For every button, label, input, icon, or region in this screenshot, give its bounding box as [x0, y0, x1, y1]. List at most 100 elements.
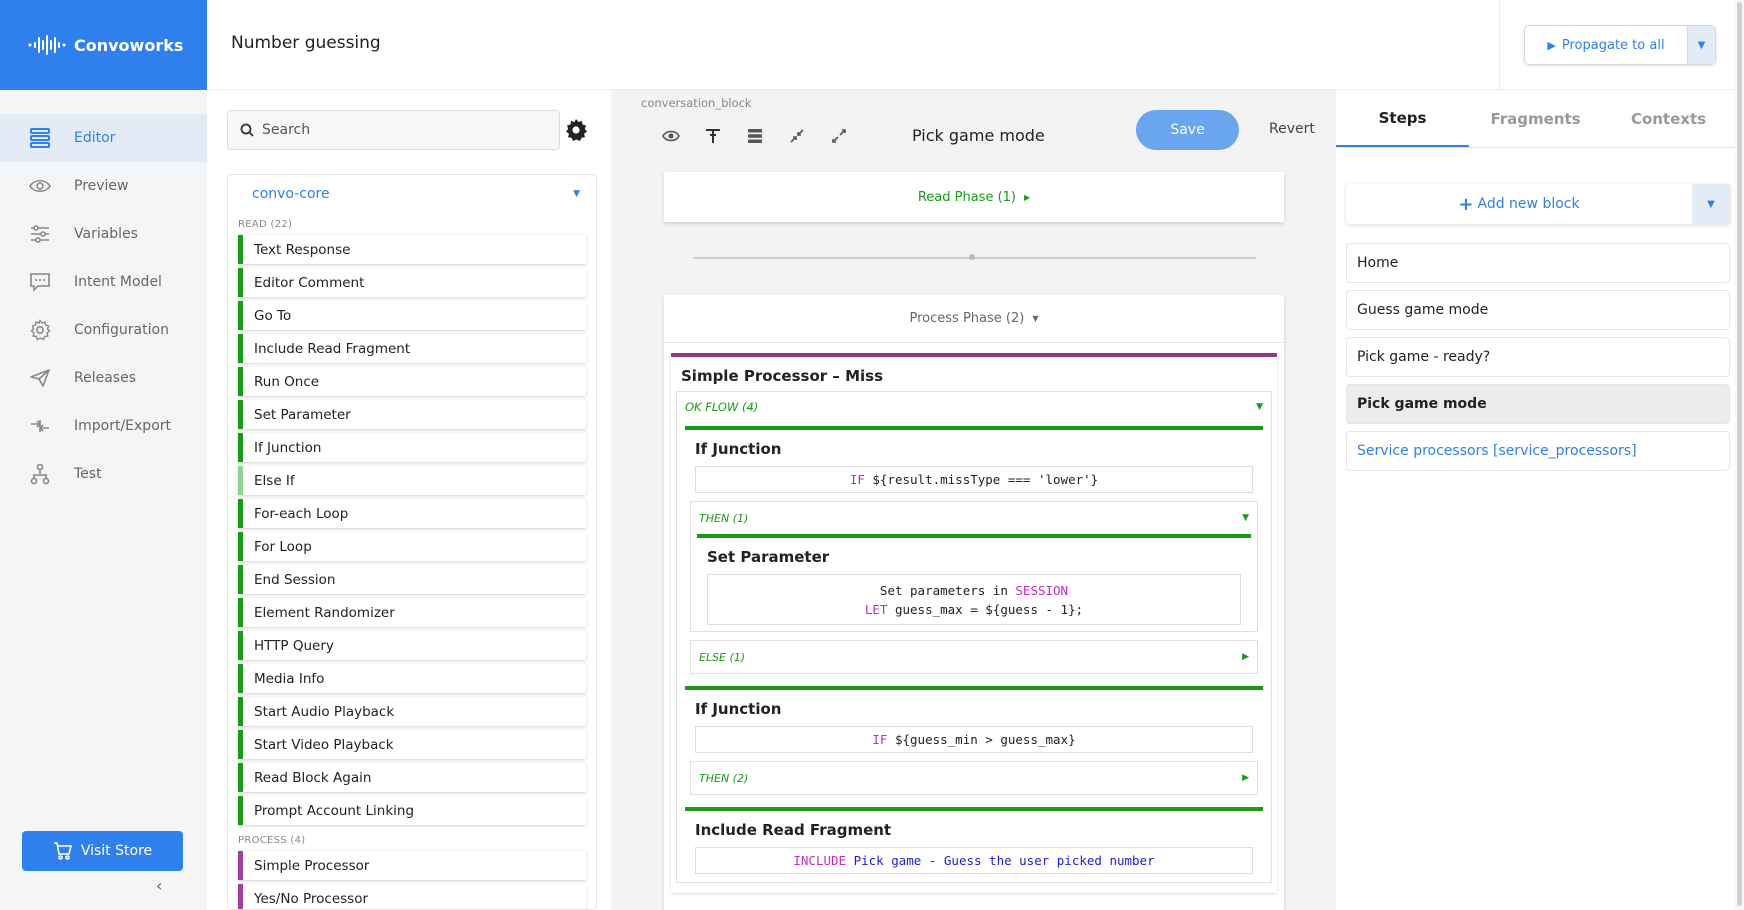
block-name: Pick game mode	[912, 126, 1045, 145]
component-item[interactable]: Prompt Account Linking	[238, 796, 586, 825]
collapse-sidebar-icon[interactable]: ‹	[156, 876, 170, 895]
send-icon	[28, 366, 52, 390]
component-item[interactable]: Yes/No Processor	[238, 884, 586, 909]
nav-item-intent-model[interactable]: Intent Model	[0, 258, 207, 306]
editor-icon	[28, 126, 52, 150]
process-group-label: PROCESS (4)	[238, 834, 306, 846]
component-item[interactable]: For Loop	[238, 532, 586, 561]
element-title: If Junction	[695, 440, 782, 458]
nav-item-editor[interactable]: Editor	[0, 114, 207, 162]
else-flow: ELSE (1) ▶	[690, 640, 1258, 674]
component-item[interactable]: Start Video Playback	[238, 730, 586, 759]
component-item[interactable]: If Junction	[238, 433, 586, 462]
read-phase-label: Read Phase (1)	[917, 189, 1016, 205]
package-name: convo-core	[252, 186, 330, 202]
tab-contexts[interactable]: Contexts	[1602, 90, 1735, 147]
text-format-toggle[interactable]	[692, 122, 734, 150]
add-new-block-button[interactable]: + Add new block	[1346, 184, 1692, 224]
propagate-button[interactable]: ▶ Propagate to all	[1525, 26, 1687, 64]
block-list-item[interactable]: Pick game - ready?	[1346, 337, 1730, 377]
component-item[interactable]: Go To	[238, 301, 586, 330]
set-parameter-element[interactable]: Set Parameter Set parameters in SESSION …	[697, 534, 1251, 625]
component-item[interactable]: Read Block Again	[238, 763, 586, 792]
package-select[interactable]: convo-core ▼	[228, 175, 596, 213]
then-flow-label: THEN (2)	[699, 771, 749, 785]
block-list-item[interactable]: Pick game mode	[1346, 384, 1730, 424]
propagate-label: Propagate to all	[1561, 37, 1665, 53]
expand-icon	[832, 129, 846, 143]
component-item[interactable]: Media Info	[238, 664, 586, 693]
nav-label: Variables	[74, 226, 138, 242]
list-view-toggle[interactable]	[734, 122, 776, 150]
block-list-item[interactable]: Guess game mode	[1346, 290, 1730, 330]
fragment-name: Pick game - Guess the user picked number	[846, 853, 1155, 868]
keyword: INCLUDE	[793, 853, 847, 868]
block-list-item[interactable]: Service processors [service_processors]	[1346, 431, 1730, 471]
chat-icon	[28, 270, 52, 294]
chevron-down-icon: ▼	[573, 189, 580, 199]
chevron-down-icon: ▼	[1242, 513, 1249, 523]
condition-code: IF ${result.missType === 'lower'}	[695, 466, 1253, 493]
propagate-dropdown-toggle[interactable]: ▼	[1687, 26, 1715, 64]
component-item[interactable]: HTTP Query	[238, 631, 586, 660]
nav-label: Preview	[74, 178, 129, 194]
tab-fragments[interactable]: Fragments	[1469, 90, 1602, 147]
component-item[interactable]: For-each Loop	[238, 499, 586, 528]
else-flow-header[interactable]: ELSE (1) ▶	[691, 641, 1257, 673]
nav-item-releases[interactable]: Releases	[0, 354, 207, 402]
include-read-fragment-element[interactable]: Include Read Fragment INCLUDE Pick game …	[685, 807, 1263, 874]
header: Number guessing ▶ Propagate to all ▼	[207, 0, 1744, 90]
nav-item-variables[interactable]: Variables	[0, 210, 207, 258]
collapse-icon	[790, 129, 804, 143]
read-group-label: READ (22)	[238, 218, 293, 230]
if-junction-element[interactable]: If Junction IF ${result.missType === 'lo…	[685, 426, 1263, 674]
expand-all-button[interactable]	[818, 122, 860, 150]
then-flow-header[interactable]: THEN (1) ▼	[691, 502, 1257, 534]
component-item[interactable]: Text Response	[238, 235, 586, 264]
nav-item-import-export[interactable]: Import/Export	[0, 402, 207, 450]
component-item[interactable]: Run Once	[238, 367, 586, 396]
preview-toggle[interactable]	[650, 122, 692, 150]
component-item[interactable]: Include Read Fragment	[238, 334, 586, 363]
add-block-dropdown-toggle[interactable]: ▼	[1692, 184, 1730, 224]
component-item[interactable]: Element Randomizer	[238, 598, 586, 627]
code-text: guess_max = ${guess - 1};	[887, 602, 1084, 617]
component-item[interactable]: Start Audio Playback	[238, 697, 586, 726]
if-junction-element[interactable]: If Junction IF ${guess_min > guess_max} …	[685, 686, 1263, 795]
visit-store-button[interactable]: Visit Store	[22, 831, 183, 871]
code-text: Set parameters in	[879, 583, 1016, 598]
collapse-all-button[interactable]	[776, 122, 818, 150]
brand[interactable]: Convoworks	[0, 0, 207, 90]
search-input[interactable]	[262, 122, 542, 138]
element-title: If Junction	[695, 700, 782, 718]
main-nav: Editor Preview Variables Intent Model Co…	[0, 114, 207, 498]
block-list-item[interactable]: Home	[1346, 243, 1730, 283]
component-item[interactable]: Editor Comment	[238, 268, 586, 297]
scrollbar-thumb[interactable]	[1737, 2, 1742, 906]
search-box	[227, 110, 560, 150]
revert-button[interactable]: Revert	[1269, 121, 1315, 137]
component-item[interactable]: Simple Processor	[238, 851, 586, 880]
nav-item-preview[interactable]: Preview	[0, 162, 207, 210]
test-icon	[28, 462, 52, 486]
tab-steps[interactable]: Steps	[1336, 90, 1469, 147]
page-scrollbar[interactable]	[1735, 0, 1744, 910]
processor-simple-miss[interactable]: Simple Processor – Miss OK FLOW (4) ▼ If…	[671, 353, 1277, 893]
read-phase[interactable]: Read Phase (1) ▶	[664, 172, 1284, 222]
logo-icon	[28, 35, 66, 55]
nav-item-test[interactable]: Test	[0, 450, 207, 498]
process-phase-header[interactable]: Process Phase (2) ▼	[664, 295, 1284, 343]
settings-gear-icon[interactable]	[563, 117, 589, 143]
ok-flow-header[interactable]: OK FLOW (4) ▼	[677, 392, 1271, 422]
nav-item-configuration[interactable]: Configuration	[0, 306, 207, 354]
save-button[interactable]: Save	[1136, 110, 1239, 150]
then-flow-header[interactable]: THEN (2) ▶	[691, 762, 1257, 794]
component-item[interactable]: Set Parameter	[238, 400, 586, 429]
component-item[interactable]: Else If	[238, 466, 586, 495]
page-title: Number guessing	[231, 33, 381, 53]
component-item[interactable]: End Session	[238, 565, 586, 594]
right-panel: Steps Fragments Contexts + Add new block…	[1336, 90, 1735, 910]
chevron-down-icon: ▼	[1032, 314, 1039, 323]
chevron-right-icon: ▶	[1242, 773, 1249, 783]
nav-label: Configuration	[74, 322, 169, 338]
